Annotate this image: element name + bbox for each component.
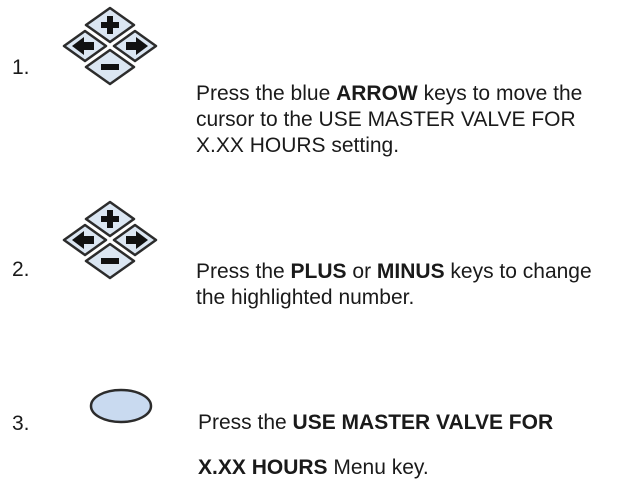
arrow-keypad-icon	[60, 199, 160, 286]
arrow-keypad-icon	[60, 5, 160, 92]
step-number: 2.	[12, 258, 30, 281]
step-number: 1.	[12, 56, 30, 79]
plus-key-label: PLUS	[290, 260, 347, 283]
instruction-text: Press the	[196, 260, 291, 283]
step-number: 3.	[12, 412, 30, 435]
oval-menu-key-icon	[88, 386, 154, 431]
instruction-text: or	[346, 260, 377, 283]
step-1-instruction: Press the blue ARROW keys to move the cu…	[196, 81, 616, 159]
menu-key-label: USE MASTER VALVE FOR	[292, 411, 554, 434]
minus-key-label: MINUS	[376, 260, 445, 283]
menu-key-label: X.XX HOURS	[198, 456, 328, 479]
arrow-key-label: ARROW	[336, 82, 418, 105]
instruction-text: Press the	[198, 411, 293, 434]
step-3-instruction-line-2: X.XX HOURS Menu key.	[198, 455, 429, 481]
step-2-instruction: Press the PLUS or MINUS keys to change t…	[196, 259, 616, 311]
instruction-text: Menu key.	[327, 456, 429, 479]
step-3-instruction-line-1: Press the USE MASTER VALVE FOR	[198, 410, 553, 436]
instruction-text: Press the blue	[196, 82, 337, 105]
